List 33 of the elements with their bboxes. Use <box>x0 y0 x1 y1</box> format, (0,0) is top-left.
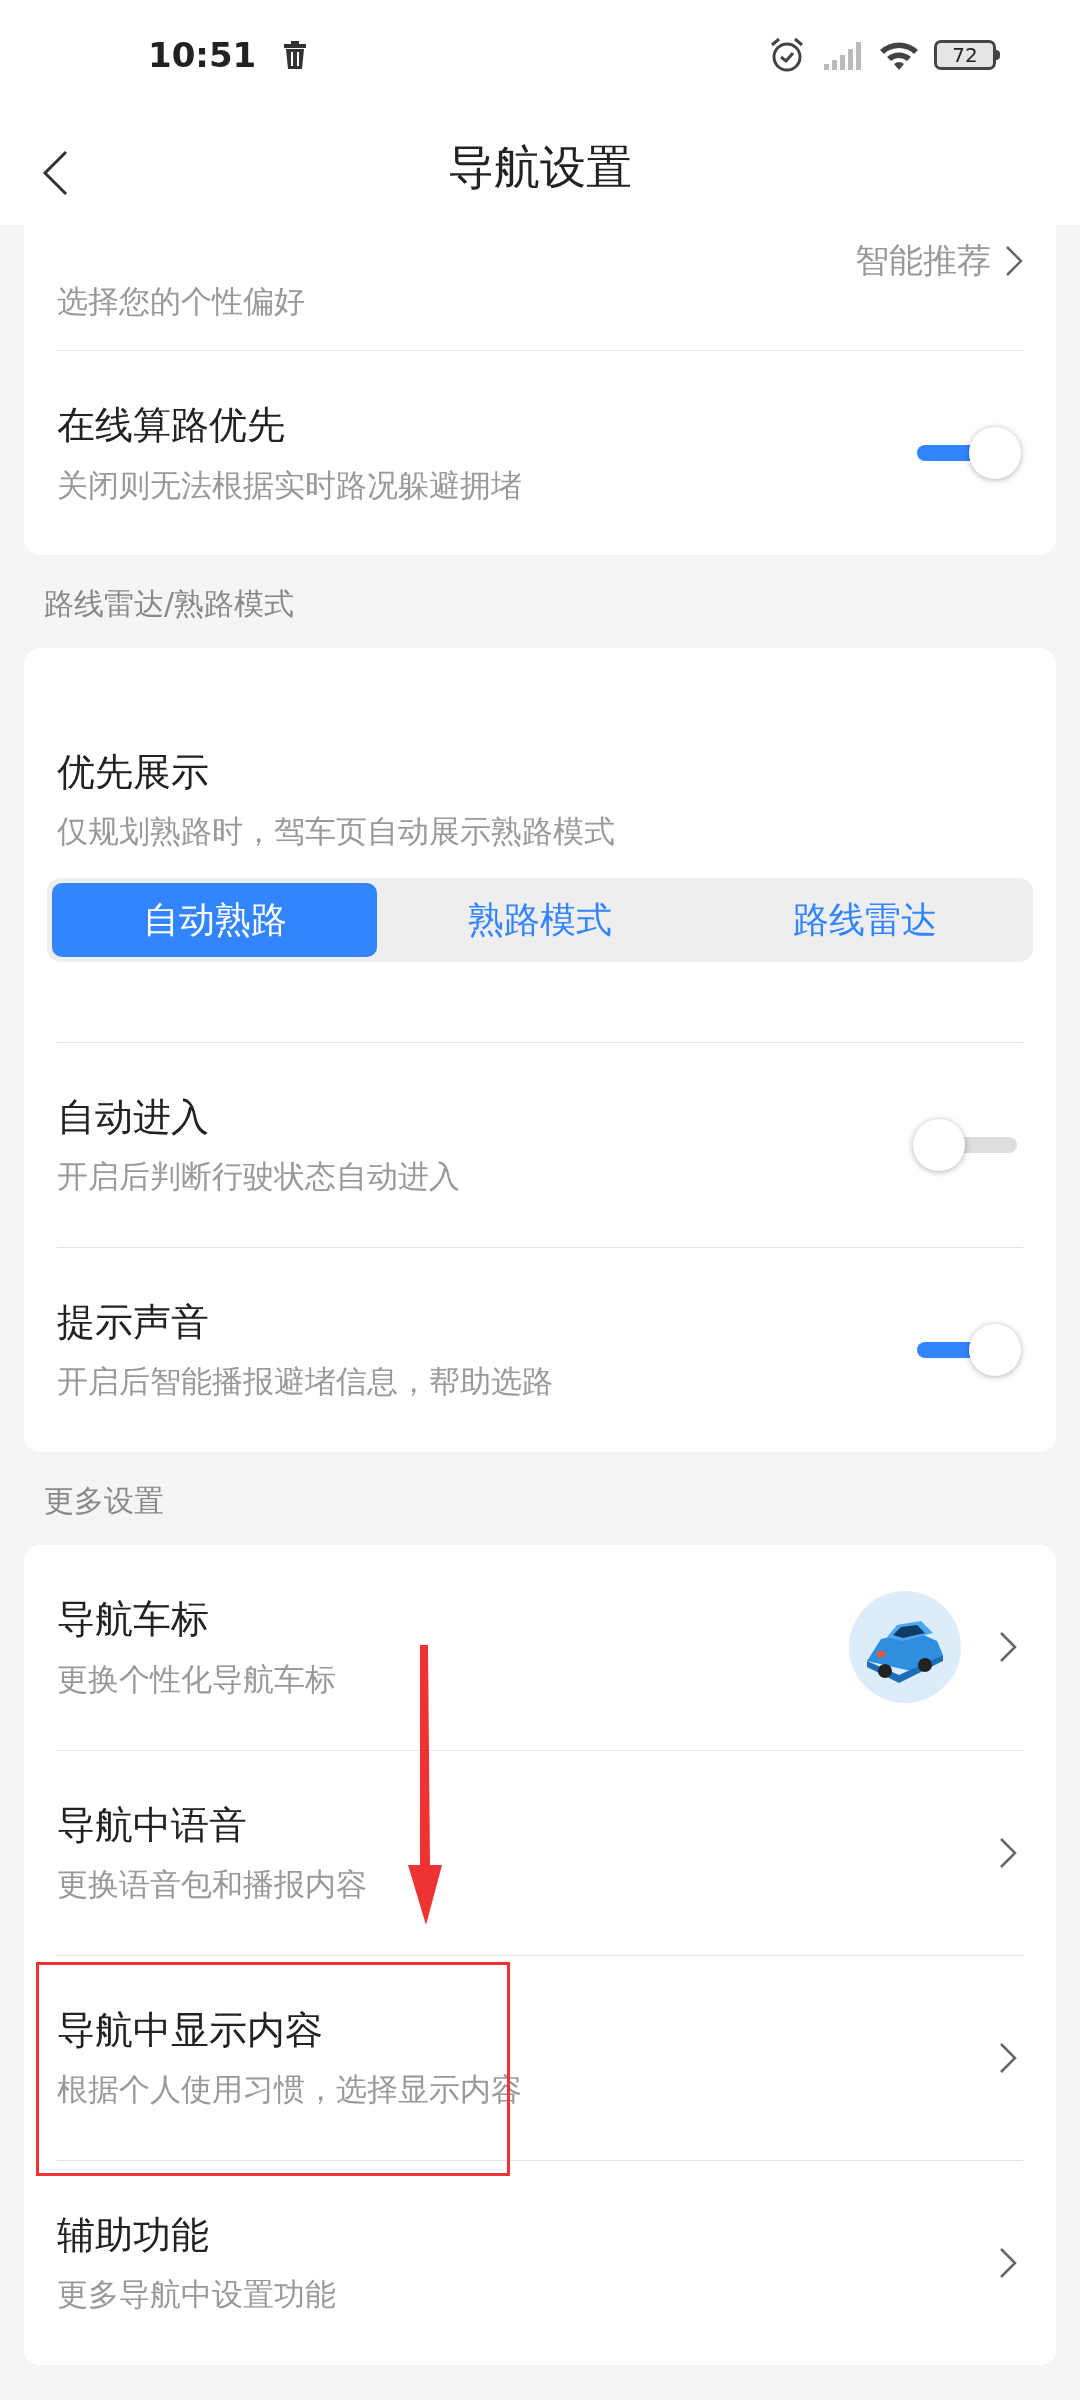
trash-icon <box>282 40 309 70</box>
setting-description: 开启后判断行驶状态自动进入 <box>57 1157 461 1197</box>
chevron-icon <box>999 1631 1017 1664</box>
setting-description: 仅规划熟路时，驾车页自动展示熟路模式 <box>57 812 616 852</box>
chevron-icon <box>999 1836 1017 1869</box>
setting-title: 在线算路优先 <box>57 402 286 450</box>
setting-title: 导航中语音 <box>57 1801 248 1849</box>
settings-row[interactable]: 导航车标 更换个性化导航车标 <box>57 1544 1023 1750</box>
section-header: 路线雷达/熟路模式 <box>44 586 295 621</box>
section-header: 更多设置 <box>44 1482 164 1518</box>
chevron-icon <box>999 2041 1017 2074</box>
setting-description: 更换个性化导航车标 <box>57 1659 337 1699</box>
segment-tab[interactable]: 自动熟路 <box>52 882 378 957</box>
car-icon <box>849 1591 961 1704</box>
setting-description: 更多导航中设置功能 <box>57 2275 337 2315</box>
page-title: 导航设置 <box>448 139 632 196</box>
setting-description: 更换语音包和播报内容 <box>57 1865 368 1905</box>
back-icon[interactable] <box>42 150 68 196</box>
setting-title: 辅助功能 <box>57 2211 210 2259</box>
alarm-icon <box>768 36 806 74</box>
setting-description: 选择您的个性偏好 <box>57 282 306 321</box>
setting-title: 自动进入 <box>57 1093 210 1141</box>
chevron-icon <box>999 2246 1017 2279</box>
chevron-icon <box>1005 244 1023 277</box>
setting-title: 导航车标 <box>57 1596 210 1644</box>
setting-title: 优先展示 <box>57 749 210 796</box>
setting-description: 关闭则无法根据实时路况躲避拥堵 <box>57 465 523 505</box>
status-time: 10:51 <box>148 33 257 77</box>
settings-row[interactable]: 辅助功能 更多导航中设置功能 <box>57 2159 1023 2365</box>
setting-title: 提示声音 <box>57 1298 210 1346</box>
setting-description: 开启后智能播报避堵信息，帮助选路 <box>57 1362 554 1402</box>
signal-icon <box>822 40 862 70</box>
setting-title: 导航中显示内容 <box>57 2006 324 2054</box>
